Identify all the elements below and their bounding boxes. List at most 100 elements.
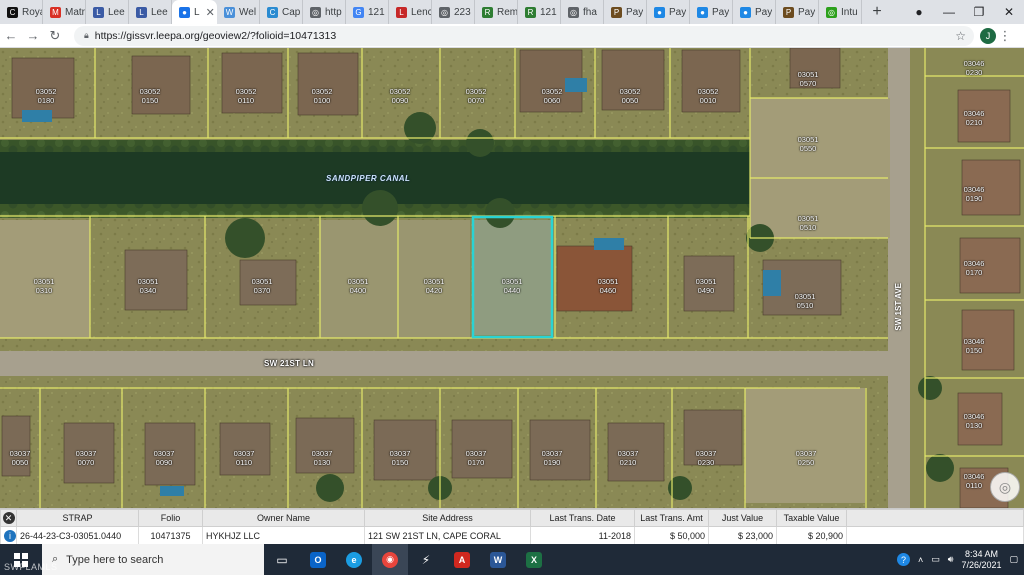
- header-just-value[interactable]: Just Value: [708, 509, 777, 527]
- edge-icon[interactable]: e: [336, 544, 372, 575]
- parcel-id-label[interactable]: 03046 0130: [956, 412, 992, 430]
- close-table-button[interactable]: ✕: [0, 509, 17, 527]
- pin-app-icon[interactable]: ⚡︎: [408, 544, 444, 575]
- parcel-id-label[interactable]: 03037 0170: [458, 449, 494, 467]
- parcel-id-label[interactable]: 03046 0110: [956, 472, 992, 490]
- taskbar-search-box[interactable]: ⌕ Type here to search: [42, 544, 264, 575]
- parcel-id-label[interactable]: 03037 0050: [2, 449, 38, 467]
- header-site-address[interactable]: Site Address: [364, 509, 531, 527]
- browser-tab[interactable]: ● Pay: [647, 0, 690, 24]
- browser-tab[interactable]: ● Pay: [690, 0, 733, 24]
- word-icon[interactable]: W: [480, 544, 516, 575]
- browser-tab[interactable]: R Rem: [475, 0, 518, 24]
- volume-icon[interactable]: 🔊︎: [948, 554, 954, 565]
- browser-tab[interactable]: C Roya: [0, 0, 43, 24]
- browser-tab[interactable]: ● Pay: [733, 0, 776, 24]
- task-view-icon[interactable]: ▭: [264, 544, 300, 575]
- tab-close-icon[interactable]: ✕: [206, 6, 215, 19]
- browser-tab[interactable]: ◎ fha: [561, 0, 604, 24]
- parcel-id-label[interactable]: 03052 0090: [382, 87, 418, 105]
- parcel-id-label[interactable]: 03051 0510: [787, 292, 823, 310]
- reload-button[interactable]: ↻: [44, 28, 66, 44]
- parcel-id-label[interactable]: 03051 0370: [244, 277, 280, 295]
- table-row[interactable]: i 26-44-23-C3-03051.0440 10471375 HYKHJZ…: [0, 526, 1024, 545]
- browser-tab[interactable]: L Lee: [129, 0, 172, 24]
- browser-tab[interactable]: W Wel: [217, 0, 260, 24]
- browser-tab[interactable]: C Cap: [260, 0, 303, 24]
- parcel-id-label[interactable]: 03037 0130: [304, 449, 340, 467]
- browser-tab[interactable]: ● L ✕: [172, 0, 217, 24]
- browser-tab[interactable]: L Lee: [86, 0, 129, 24]
- parcel-id-label[interactable]: 03037 0230: [688, 449, 724, 467]
- parcel-id-label[interactable]: 03051 0420: [416, 277, 452, 295]
- parcel-id-label[interactable]: 03037 0070: [68, 449, 104, 467]
- parcel-id-label[interactable]: 03037 0110: [226, 449, 262, 467]
- parcel-id-label[interactable]: 03051 0400: [340, 277, 376, 295]
- header-taxable-value[interactable]: Taxable Value: [776, 509, 847, 527]
- browser-tab[interactable]: G 121: [346, 0, 389, 24]
- notifications-icon[interactable]: ▢: [1009, 554, 1018, 565]
- browser-tab[interactable]: P Pay: [604, 0, 647, 24]
- parcel-id-label[interactable]: 03051 0550: [790, 135, 826, 153]
- parcel-id-label[interactable]: 03046 0190: [956, 185, 992, 203]
- map-compass-icon[interactable]: ◎: [990, 472, 1020, 502]
- browser-tab[interactable]: ◎ http: [303, 0, 346, 24]
- header-last-trans-date[interactable]: Last Trans. Date: [530, 509, 635, 527]
- close-window-button[interactable]: ✕: [994, 5, 1024, 19]
- bookmark-star-icon[interactable]: ☆: [955, 29, 966, 43]
- browser-tab[interactable]: M Matr: [43, 0, 86, 24]
- address-bar[interactable]: 🔒︎ https://gissvr.leepa.org/geoview2/?fo…: [74, 25, 974, 46]
- parcel-id-label[interactable]: 03051 0490: [688, 277, 724, 295]
- header-owner-name[interactable]: Owner Name: [202, 509, 365, 527]
- parcel-id-label[interactable]: 03052 0010: [690, 87, 726, 105]
- chevron-up-icon[interactable]: ˄: [918, 555, 923, 565]
- parcel-id-label[interactable]: 03037 0190: [534, 449, 570, 467]
- parcel-id-label[interactable]: 03046 0230: [956, 59, 992, 77]
- browser-tab[interactable]: ◎ Intu: [819, 0, 862, 24]
- clock[interactable]: 8:34 AM 7/26/2021: [961, 549, 1001, 571]
- parcel-id-label[interactable]: 03051 0460: [590, 277, 626, 295]
- browser-tab[interactable]: P Pay: [776, 0, 819, 24]
- back-button[interactable]: ←: [0, 28, 22, 43]
- parcel-id-label[interactable]: 03051 0570: [790, 70, 826, 88]
- parcel-id-label[interactable]: 03046 0210: [956, 109, 992, 127]
- chrome-icon[interactable]: ◉: [372, 544, 408, 575]
- header-strap[interactable]: STRAP: [16, 509, 139, 527]
- parcel-id-label[interactable]: 03037 0250: [788, 449, 824, 467]
- acrobat-icon[interactable]: A: [444, 544, 480, 575]
- info-icon[interactable]: i: [0, 526, 17, 545]
- parcel-id-label[interactable]: 03052 0110: [228, 87, 264, 105]
- browser-menu-icon[interactable]: ⋮: [996, 28, 1014, 44]
- parcel-id-label[interactable]: 03052 0180: [28, 87, 64, 105]
- parcel-id-label[interactable]: 03051 0440: [494, 277, 530, 295]
- parcel-id-label[interactable]: 03046 0150: [956, 337, 992, 355]
- browser-tab[interactable]: ◎ 223: [432, 0, 475, 24]
- minimize-button[interactable]: —: [934, 5, 964, 19]
- parcel-id-label[interactable]: 03051 0510: [790, 214, 826, 232]
- browser-tab[interactable]: L Lenc: [389, 0, 432, 24]
- parcel-id-label[interactable]: 03052 0050: [612, 87, 648, 105]
- help-icon[interactable]: ?: [896, 553, 910, 566]
- new-tab-button[interactable]: +: [862, 0, 892, 24]
- parcel-map[interactable]: SANDPIPER CANAL SW 21ST LN SW 1ST AVE 03…: [0, 48, 1024, 508]
- browser-tab[interactable]: R 121: [518, 0, 561, 24]
- parcel-id-label[interactable]: 03052 0070: [458, 87, 494, 105]
- maximize-button[interactable]: ❐: [964, 5, 994, 19]
- forward-button[interactable]: →: [22, 28, 44, 43]
- parcel-id-label[interactable]: 03051 0340: [130, 277, 166, 295]
- parcel-id-label[interactable]: 03037 0090: [146, 449, 182, 467]
- parcel-id-label[interactable]: 03051 0310: [26, 277, 62, 295]
- header-folio[interactable]: Folio: [138, 509, 203, 527]
- outlook-icon[interactable]: O: [300, 544, 336, 575]
- profile-avatar[interactable]: J: [980, 27, 996, 44]
- parcel-id-label[interactable]: 03052 0060: [534, 87, 570, 105]
- parcel-id-label[interactable]: 03052 0150: [132, 87, 168, 105]
- parcel-id-label[interactable]: 03037 0210: [610, 449, 646, 467]
- network-icon[interactable]: ▭: [931, 554, 940, 565]
- record-icon[interactable]: ●: [904, 5, 934, 19]
- excel-icon[interactable]: X: [516, 544, 552, 575]
- header-last-trans-amt[interactable]: Last Trans. Amt: [634, 509, 709, 527]
- parcel-id-label[interactable]: 03046 0170: [956, 259, 992, 277]
- parcel-id-label[interactable]: 03052 0100: [304, 87, 340, 105]
- parcel-id-label[interactable]: 03037 0150: [382, 449, 418, 467]
